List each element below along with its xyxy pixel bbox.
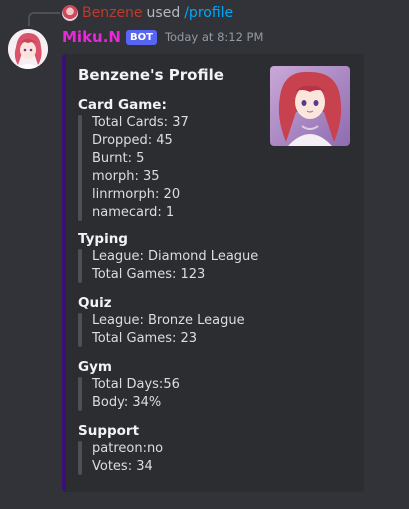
- typing-line: Total Games: 123: [92, 267, 206, 282]
- bot-badge: BOT: [125, 29, 157, 45]
- embed-thumbnail[interactable]: [270, 66, 350, 146]
- typing-quote: League: Diamond League Total Games: 123: [78, 248, 258, 284]
- gym-line: Body: 34%: [92, 395, 162, 410]
- quiz-line: League: Bronze League: [92, 313, 245, 328]
- quiz-line: Total Games: 23: [92, 331, 198, 346]
- support-line: patreon:no: [92, 441, 164, 456]
- card-game-line: morph: 35: [92, 169, 160, 184]
- thumbnail-image: [270, 66, 350, 146]
- message-header: Miku.N BOT Today at 8:12 PM: [62, 28, 263, 46]
- card-game-line: Burnt: 5: [92, 151, 145, 166]
- reply-used-text: used: [146, 5, 181, 21]
- reply-avatar[interactable]: [62, 5, 78, 21]
- gym-line: Total Days:56: [92, 377, 180, 392]
- reply-connector: [28, 12, 60, 26]
- card-game-line: namecard: 1: [92, 205, 175, 220]
- bot-username[interactable]: Miku.N: [62, 28, 121, 46]
- message-timestamp[interactable]: Today at 8:12 PM: [165, 30, 263, 44]
- support-quote: patreon:no Votes: 34: [78, 440, 163, 476]
- field-gym: Gym Total Days:56 Body: 34%: [78, 358, 180, 412]
- support-line: Votes: 34: [92, 459, 153, 474]
- field-support: Support patreon:no Votes: 34: [78, 422, 163, 476]
- bot-avatar[interactable]: [8, 29, 48, 69]
- reply-username[interactable]: Benzene: [82, 5, 143, 21]
- field-name-gym: Gym: [78, 359, 112, 375]
- card-game-line: Total Cards: 37: [92, 115, 189, 130]
- typing-line: League: Diamond League: [92, 249, 259, 264]
- gym-quote: Total Days:56 Body: 34%: [78, 376, 180, 412]
- card-game-line: Dropped: 45: [92, 133, 173, 148]
- field-name-support: Support: [78, 423, 140, 439]
- field-quiz: Quiz League: Bronze League Total Games: …: [78, 294, 245, 348]
- quiz-quote: League: Bronze League Total Games: 23: [78, 312, 245, 348]
- field-name-card-game: Card Game:: [78, 97, 167, 113]
- card-game-quote: Total Cards: 37 Dropped: 45 Burnt: 5 mor…: [78, 114, 189, 222]
- card-game-line: linrmorph: 20: [92, 187, 181, 202]
- field-name-typing: Typing: [78, 231, 128, 247]
- field-typing: Typing League: Diamond League Total Game…: [78, 230, 258, 284]
- avatar-image: [8, 29, 48, 69]
- profile-embed: Benzene's Profile Card Game: Total Cards…: [62, 54, 364, 492]
- embed-title: Benzene's Profile: [78, 66, 224, 84]
- reply-command[interactable]: /profile: [184, 5, 233, 21]
- field-card-game: Card Game: Total Cards: 37 Dropped: 45 B…: [78, 96, 189, 222]
- reply-reference[interactable]: Benzene used /profile: [62, 4, 233, 22]
- field-name-quiz: Quiz: [78, 295, 112, 311]
